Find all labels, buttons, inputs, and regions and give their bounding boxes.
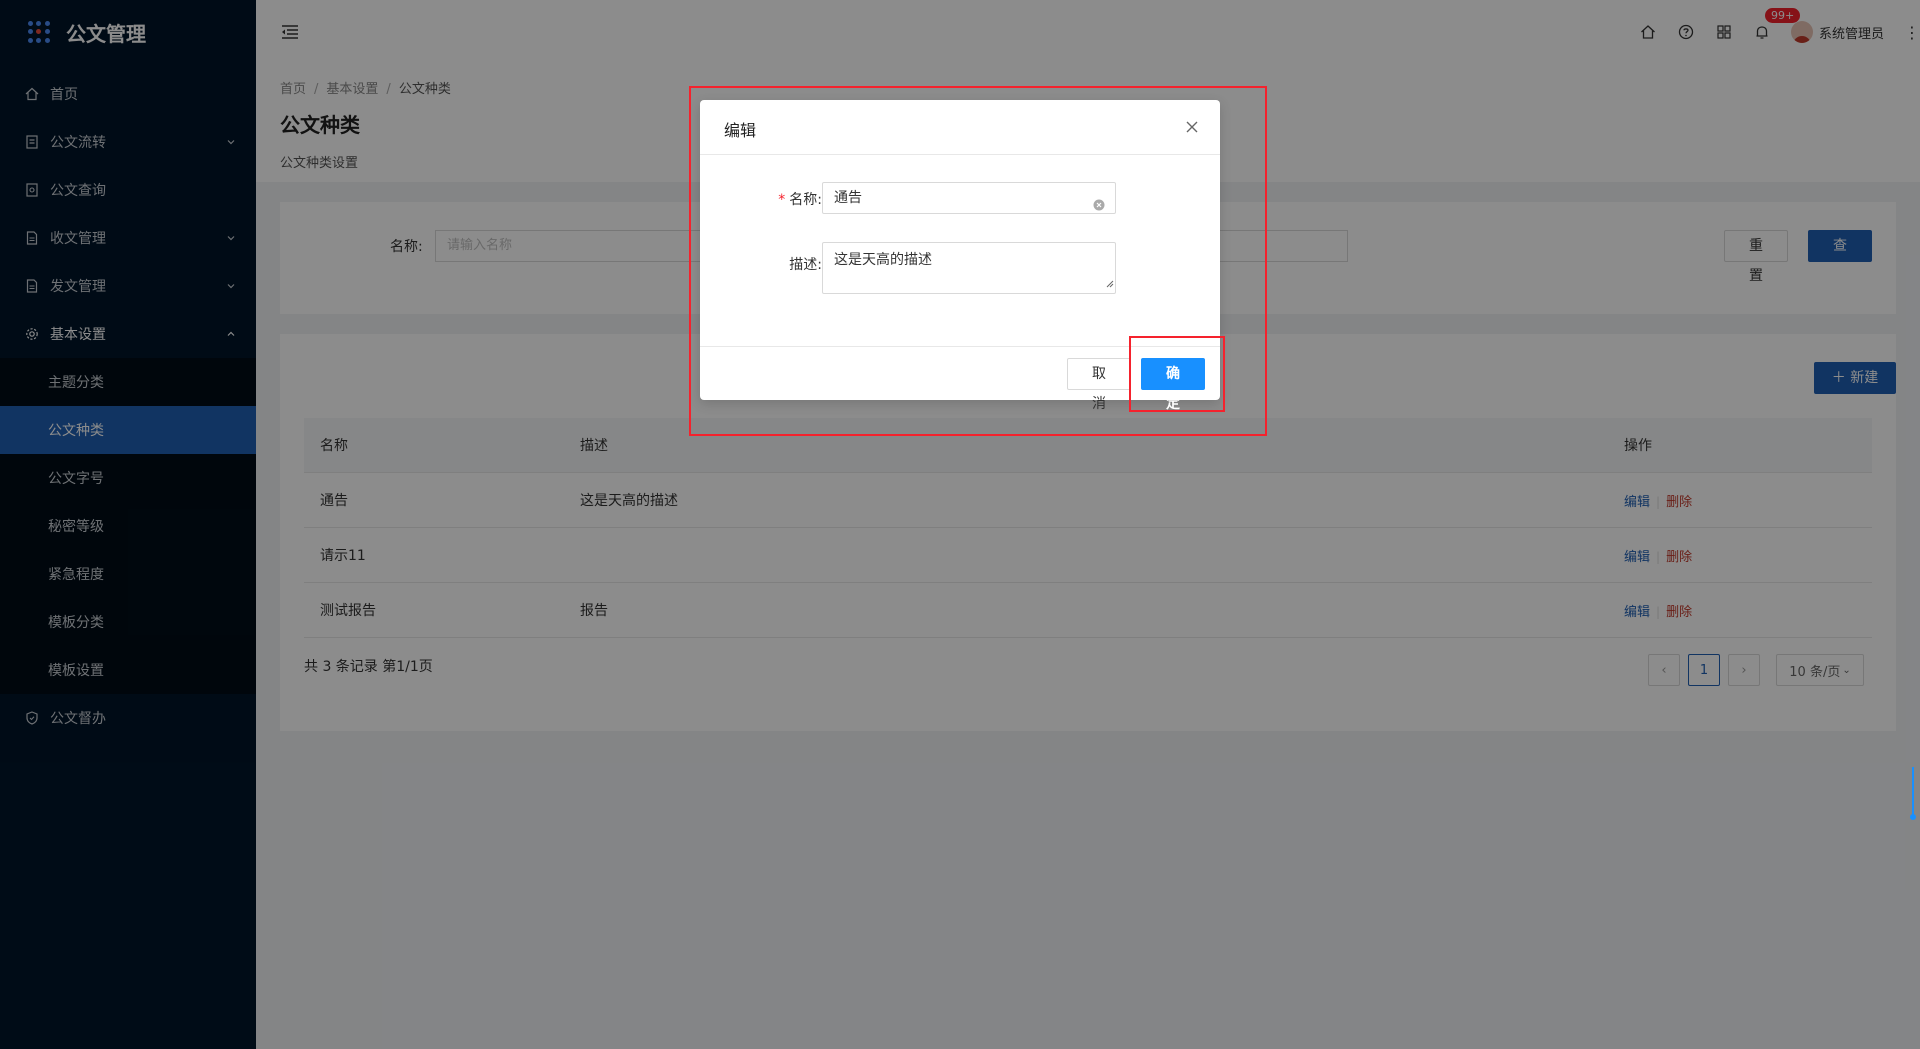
highlight-box-confirm — [1129, 336, 1225, 412]
scroll-indicator[interactable] — [1910, 767, 1916, 821]
